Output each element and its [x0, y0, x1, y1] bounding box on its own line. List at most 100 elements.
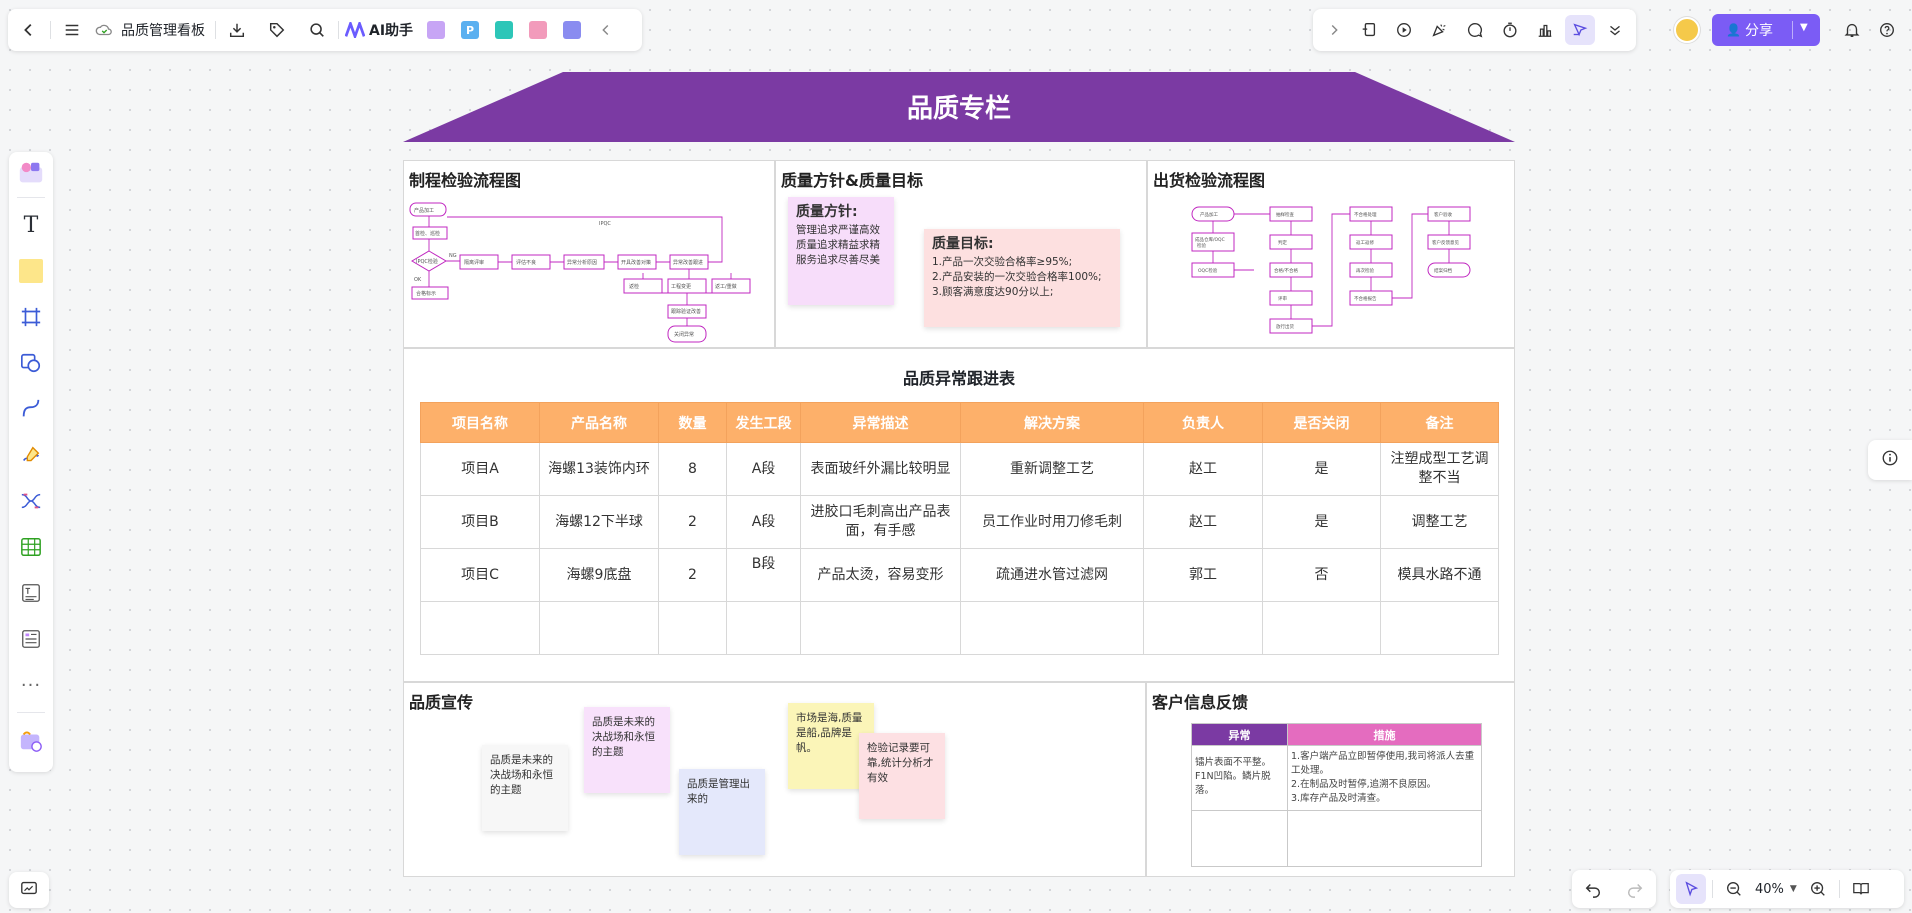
table-cell[interactable]: 是: [1262, 495, 1381, 549]
table-cell[interactable]: B段: [726, 548, 801, 602]
table-cell[interactable]: [420, 601, 540, 655]
table-cell[interactable]: 是: [1262, 442, 1381, 496]
avatar[interactable]: [1674, 17, 1700, 43]
goal-sticky-note[interactable]: 质量目标: 1.产品一次交验合格率≥95%; 2.产品安装的一次交验合格率100…: [924, 229, 1120, 327]
flowchart-icon[interactable]: [523, 15, 553, 45]
sticky-note-icon[interactable]: [16, 256, 46, 286]
table-cell[interactable]: 郭工: [1143, 548, 1263, 602]
share-button[interactable]: 👤 分享 ▼: [1712, 14, 1820, 46]
table-cell[interactable]: 赵工: [1143, 442, 1263, 496]
table-tool-icon[interactable]: [16, 532, 46, 562]
table-cell[interactable]: [539, 601, 659, 655]
table-cell[interactable]: 1.客户端产品立即暂停使用,我司将派人去重工处理。 2.在制品及时暂停,追溯不良…: [1287, 745, 1482, 811]
play-icon[interactable]: [1389, 15, 1419, 45]
text-card-icon[interactable]: [16, 578, 46, 608]
table-cell[interactable]: 否: [1262, 548, 1381, 602]
share-dropdown-icon[interactable]: ▼: [1800, 22, 1808, 33]
ai-assistant-button[interactable]: AI助手: [344, 19, 413, 41]
issue-tracking-panel[interactable]: 品质异常跟进表 项目名称 产品名称 数量 发生工段 异常描述 解决方案 负责人 …: [403, 348, 1515, 682]
promo-sticky-note[interactable]: 检验记录要可靠,统计分析才有效: [859, 733, 945, 819]
mindmap-tool-icon[interactable]: [16, 486, 46, 516]
table-row[interactable]: 镭片表面不平整。F1N凹陷。鳞片脱落。 1.客户端产品立即暂停使用,我司将派人去…: [1191, 745, 1482, 811]
table-cell[interactable]: 产品太烫，容易变形: [800, 548, 961, 602]
redo-icon[interactable]: [1620, 874, 1650, 904]
table-cell[interactable]: 进胶口毛刺高出产品表面，有手感: [800, 495, 961, 549]
table-cell[interactable]: A段: [726, 442, 801, 496]
table-cell[interactable]: [1143, 601, 1263, 655]
table-cell[interactable]: 表面玻纤外漏比较明显: [800, 442, 961, 496]
help-icon[interactable]: [1872, 15, 1902, 45]
table-cell[interactable]: 海螺13装饰内环: [539, 442, 659, 496]
image-gen-icon[interactable]: [421, 15, 451, 45]
comment-icon[interactable]: [1460, 15, 1490, 45]
presenter-icon[interactable]: [1354, 15, 1384, 45]
table-cell[interactable]: A段: [726, 495, 801, 549]
table-cell[interactable]: 海螺12下半球: [539, 495, 659, 549]
quality-policy-panel[interactable]: 质量方针&质量目标 质量方针: 管理追求严谨高效质量追求精益求精服务追求尽善尽美…: [775, 160, 1147, 348]
timer-icon[interactable]: [1495, 15, 1525, 45]
p-app-icon[interactable]: P: [455, 15, 485, 45]
table-cell[interactable]: 镭片表面不平整。F1N凹陷。鳞片脱落。: [1191, 745, 1288, 811]
promo-sticky-note[interactable]: 品质是未来的决战场和永恒的主题: [482, 745, 568, 831]
table-row[interactable]: [1191, 810, 1482, 867]
table-cell[interactable]: 2: [658, 495, 727, 549]
doc-title-area[interactable]: 品质管理看板: [95, 20, 205, 40]
select-cursor-icon[interactable]: [1676, 874, 1706, 904]
expand-chevron-icon[interactable]: [1319, 15, 1349, 45]
promo-sticky-note[interactable]: 品质是管理出来的: [679, 769, 765, 855]
table-cell[interactable]: [726, 601, 801, 655]
table-cell[interactable]: [1287, 810, 1482, 867]
undo-icon[interactable]: [1578, 874, 1608, 904]
vote-icon[interactable]: [1530, 15, 1560, 45]
table-cell[interactable]: 项目A: [420, 442, 540, 496]
mindmap-icon[interactable]: [489, 15, 519, 45]
zoom-out-icon[interactable]: [1719, 874, 1749, 904]
shipping-flow-panel[interactable]: 出货检验流程图 产品加工 成品仓库/OQC 检验 OQC检验 抽样检查 判定 合…: [1147, 160, 1515, 348]
notification-bell-icon[interactable]: [1837, 15, 1867, 45]
table-cell[interactable]: [1380, 601, 1499, 655]
table-cell[interactable]: [800, 601, 961, 655]
download-icon[interactable]: [222, 15, 252, 45]
table-row[interactable]: 项目C 海螺9底盘 2 B段 产品太烫，容易变形 疏通进水管过滤网 郭工 否 模…: [420, 548, 1499, 602]
table-cell[interactable]: 注塑成型工艺调整不当: [1380, 442, 1499, 496]
info-side-button[interactable]: [1868, 440, 1912, 480]
table-cell[interactable]: 模具水路不通: [1380, 548, 1499, 602]
table-cell[interactable]: 疏通进水管过滤网: [960, 548, 1144, 602]
doc-title[interactable]: 品质管理看板: [121, 20, 205, 40]
table-cell[interactable]: 2: [658, 548, 727, 602]
customer-feedback-panel[interactable]: 客户信息反馈 异常 措施 镭片表面不平整。F1N凹陷。鳞片脱落。 1.客户端产品…: [1146, 682, 1515, 877]
book-view-icon[interactable]: [1846, 874, 1876, 904]
quality-promo-panel[interactable]: 品质宣传 品质是未来的决战场和永恒的主题 品质是未来的决战场和永恒的主题 品质是…: [403, 682, 1146, 877]
more-chevron-icon[interactable]: [1600, 15, 1630, 45]
minimap-button[interactable]: [9, 872, 49, 908]
back-icon[interactable]: [14, 15, 44, 45]
templates-icon[interactable]: [16, 158, 46, 188]
upload-image-icon[interactable]: [16, 726, 46, 756]
frame-tool-icon[interactable]: [16, 302, 46, 332]
table-row[interactable]: 项目A 海螺13装饰内环 8 A段 表面玻纤外漏比较明显 重新调整工艺 赵工 是…: [420, 442, 1499, 496]
table-row[interactable]: 项目B 海螺12下半球 2 A段 进胶口毛刺高出产品表面，有手感 员工作业时用刀…: [420, 495, 1499, 549]
zoom-dropdown-icon[interactable]: ▼: [1790, 884, 1797, 894]
table-cell[interactable]: 项目B: [420, 495, 540, 549]
policy-sticky-note[interactable]: 质量方针: 管理追求严谨高效质量追求精益求精服务追求尽善尽美: [788, 197, 894, 305]
doc-card-icon[interactable]: [16, 624, 46, 654]
table-cell[interactable]: 项目C: [420, 548, 540, 602]
pen-tool-icon[interactable]: [16, 440, 46, 470]
shape-tool-icon[interactable]: [16, 348, 46, 378]
table-cell[interactable]: 调整工艺: [1380, 495, 1499, 549]
table-cell[interactable]: 员工作业时用刀修毛刺: [960, 495, 1144, 549]
celebrate-icon[interactable]: [1424, 15, 1454, 45]
chat-app-icon[interactable]: [557, 15, 587, 45]
table-cell[interactable]: [1262, 601, 1381, 655]
collapse-chevron-icon[interactable]: [591, 15, 621, 45]
table-cell[interactable]: [960, 601, 1144, 655]
follow-cursor-icon[interactable]: [1564, 15, 1595, 45]
table-cell[interactable]: 海螺9底盘: [539, 548, 659, 602]
tag-icon[interactable]: [262, 15, 292, 45]
search-icon[interactable]: [302, 15, 332, 45]
table-cell[interactable]: 赵工: [1143, 495, 1263, 549]
zoom-level[interactable]: 40%: [1755, 882, 1784, 897]
table-cell[interactable]: 8: [658, 442, 727, 496]
table-cell[interactable]: [1191, 810, 1288, 867]
text-tool-icon[interactable]: T: [16, 210, 46, 240]
